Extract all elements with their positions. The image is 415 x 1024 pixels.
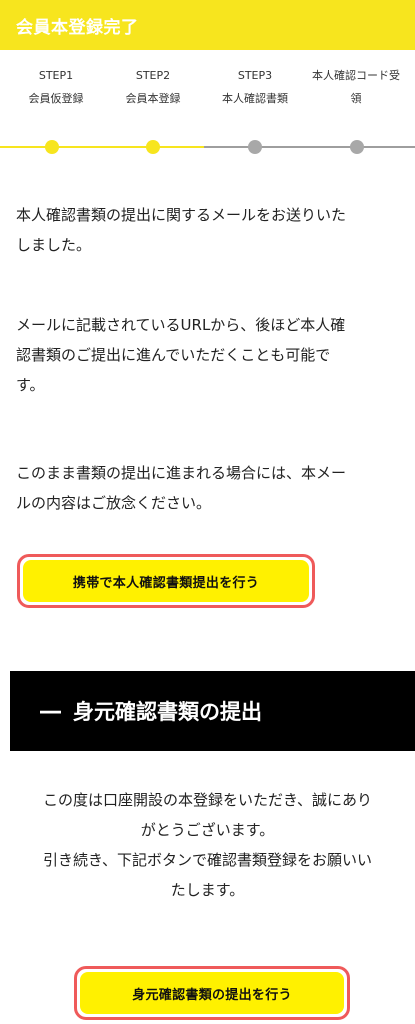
text-line: す。 bbox=[16, 376, 45, 394]
text-line: メールに記載されているURLから、後ほど本人確 bbox=[16, 316, 346, 334]
text-line: たします。 bbox=[170, 881, 245, 899]
step-2-sub: 会員本登録 bbox=[125, 92, 181, 105]
mobile-submit-button[interactable]: 携帯で本人確認書類提出を行う bbox=[23, 560, 309, 602]
step-1: STEP1 会員仮登録 bbox=[4, 64, 108, 110]
page-title: 会員本登録完了 bbox=[16, 18, 139, 38]
page-header: 会員本登録完了 bbox=[0, 0, 415, 50]
text-line: このまま書類の提出に進まれる場合には、本メー bbox=[16, 464, 347, 482]
text-line: がとうございます。 bbox=[140, 821, 275, 839]
step-2-dot bbox=[146, 140, 160, 154]
text-line: この度は口座開設の本登録をいただき、誠にあり bbox=[43, 791, 372, 809]
step-1-dot bbox=[45, 140, 59, 154]
text-line: 本人確認書類の提出に関するメールをお送りいた bbox=[16, 206, 347, 224]
id-documents-section-banner: ― 身元確認書類の提出 bbox=[10, 671, 415, 751]
step-4-label: 本人確認コード受 bbox=[312, 69, 400, 82]
text-line: ルの内容はご放念ください。 bbox=[16, 494, 212, 512]
step-indicator: STEP1 会員仮登録 STEP2 会員本登録 STEP3 本人確認書類 本人確… bbox=[0, 64, 415, 105]
mail-sent-message: 本人確認書類の提出に関するメールをお送りいた しました。 bbox=[16, 200, 399, 260]
step-4: 本人確認コード受 領 bbox=[304, 64, 408, 110]
progress-line-completed bbox=[0, 146, 204, 148]
thanks-notice: この度は口座開設の本登録をいただき、誠にあり がとうございます。 引き続き、下記… bbox=[16, 785, 399, 905]
step-3-label: STEP3 bbox=[237, 69, 273, 82]
text-line: しました。 bbox=[16, 236, 92, 254]
mobile-submit-button-frame: 携帯で本人確認書類提出を行う bbox=[17, 554, 315, 608]
step-4-dot bbox=[350, 140, 364, 154]
step-3: STEP3 本人確認書類 bbox=[203, 64, 307, 110]
section-title: 身元確認書類の提出 bbox=[73, 700, 262, 724]
progress-line-remaining bbox=[204, 146, 415, 148]
text-line: 認書類のご提出に進んでいただくことも可能で bbox=[16, 346, 331, 364]
step-3-sub: 本人確認書類 bbox=[222, 92, 288, 105]
step-2: STEP2 会員本登録 bbox=[101, 64, 205, 110]
step-1-label: STEP1 bbox=[38, 69, 74, 82]
url-info-message: メールに記載されているURLから、後ほど本人確 認書類のご提出に進んでいただくこ… bbox=[16, 310, 399, 400]
disregard-message: このまま書類の提出に進まれる場合には、本メー ルの内容はご放念ください。 bbox=[16, 458, 399, 518]
step-progress-bar bbox=[0, 140, 415, 154]
step-1-sub: 会員仮登録 bbox=[28, 92, 84, 105]
text-line: 引き続き、下記ボタンで確認書類登録をお願いい bbox=[43, 851, 372, 869]
dash-icon: ― bbox=[40, 699, 61, 723]
step-2-label: STEP2 bbox=[135, 69, 171, 82]
id-submit-button[interactable]: 身元確認書類の提出を行う bbox=[80, 972, 344, 1014]
id-submit-button-frame: 身元確認書類の提出を行う bbox=[74, 966, 350, 1020]
step-4-sub: 領 bbox=[350, 92, 362, 105]
step-3-dot bbox=[248, 140, 262, 154]
